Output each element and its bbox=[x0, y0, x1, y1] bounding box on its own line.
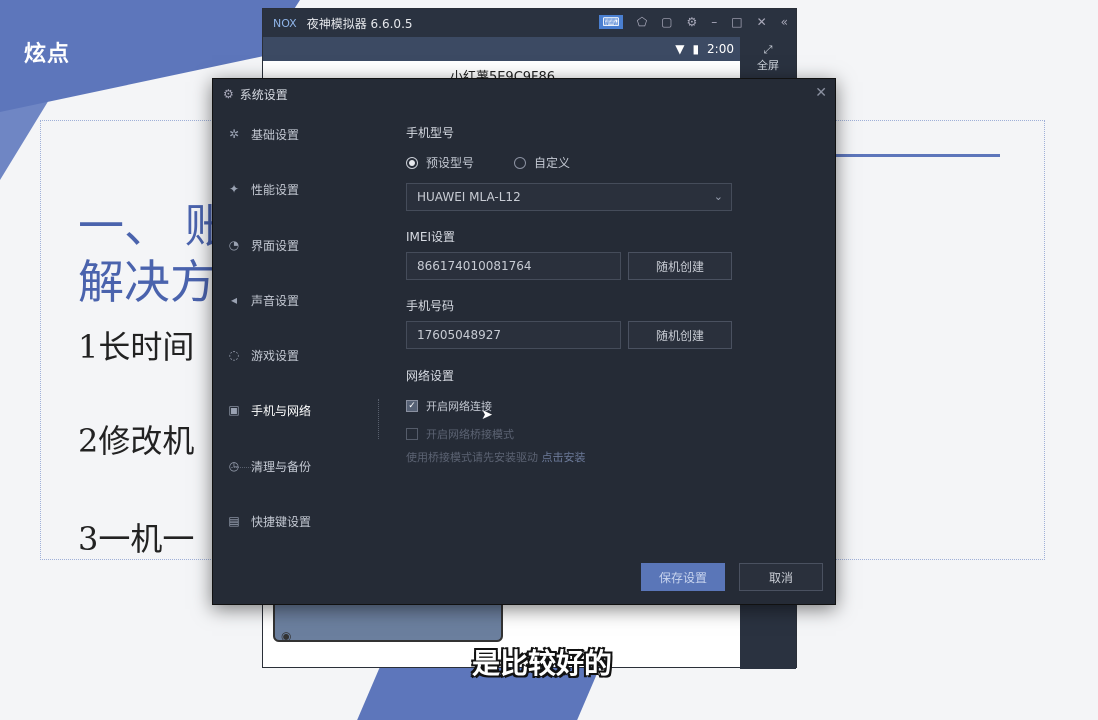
phone-number-input[interactable] bbox=[406, 321, 621, 349]
minimize-icon[interactable]: – bbox=[711, 15, 717, 29]
slide-title-line1: 一、 账 bbox=[78, 199, 231, 253]
radio-preset-model[interactable]: 预设型号 bbox=[406, 154, 474, 171]
dialog-title: 系统设置 bbox=[239, 87, 288, 102]
system-settings-dialog: ⚙ 系统设置 ✕ ✲ 基础设置 ✦ 性能设置 ◔ 界面设置 ◂ 声音设置 ◌ 游… bbox=[212, 78, 836, 605]
nav-item-interface[interactable]: ◔ 界面设置 bbox=[227, 234, 299, 256]
nav-item-cleanup[interactable]: ◷ 清理与备份 bbox=[227, 455, 311, 477]
emulator-window-controls: ⌨ ⬠ ▢ ⚙ – □ ✕ « bbox=[599, 15, 788, 29]
imei-heading: IMEI设置 bbox=[406, 230, 456, 244]
nav-item-label: 性能设置 bbox=[251, 182, 300, 197]
slide-item-1: 1长时间 bbox=[78, 328, 195, 366]
sound-icon: ◂ bbox=[230, 293, 238, 307]
bridge-hint-text: 使用桥接模式请先安装驱动 bbox=[406, 451, 538, 464]
bridge-hint: 使用桥接模式请先安装驱动 点击安装 bbox=[406, 449, 586, 465]
battery-icon: ▮ bbox=[692, 42, 700, 56]
emulator-logo: NOX bbox=[273, 16, 297, 30]
checkbox-label: 开启网络桥接模式 bbox=[426, 428, 514, 441]
multi-window-icon[interactable]: ▢ bbox=[661, 15, 672, 29]
emulator-title: 夜神模拟器 6.6.0.5 bbox=[306, 16, 413, 31]
bridge-mode-checkbox[interactable]: 开启网络桥接模式 bbox=[406, 426, 514, 442]
install-driver-link[interactable]: 点击安装 bbox=[542, 451, 586, 464]
radio-custom-model[interactable]: 自定义 bbox=[514, 154, 570, 171]
radio-label: 自定义 bbox=[534, 156, 571, 170]
status-time: 2:00 bbox=[707, 42, 734, 56]
mouse-cursor-icon: ➤ bbox=[481, 407, 493, 423]
nav-item-phone-network[interactable]: ▣ 手机与网络 bbox=[227, 399, 311, 421]
imei-input[interactable] bbox=[406, 252, 621, 280]
radio-label: 预设型号 bbox=[426, 156, 475, 170]
nav-item-shortcuts[interactable]: ▤ 快捷键设置 bbox=[227, 510, 311, 532]
nav-item-performance[interactable]: ✦ 性能设置 bbox=[227, 178, 299, 200]
checkbox-unchecked-icon bbox=[406, 428, 418, 440]
slide-item-3: 3一机一 bbox=[78, 520, 195, 558]
dialog-titlebar: ⚙ 系统设置 bbox=[213, 79, 835, 109]
gear-icon: ⚙ bbox=[223, 87, 234, 101]
collapse-icon[interactable]: « bbox=[781, 15, 788, 29]
close-icon[interactable]: ✕ bbox=[757, 15, 767, 29]
display-icon: ◔ bbox=[228, 238, 240, 252]
fullscreen-label[interactable]: 全屏 bbox=[740, 57, 796, 73]
phone-number-heading: 手机号码 bbox=[406, 299, 455, 313]
keyboard-mode-icon[interactable]: ⌨ bbox=[599, 15, 623, 29]
spark-icon: ✦ bbox=[228, 182, 240, 196]
enable-network-checkbox[interactable]: ✓ 开启网络连接 bbox=[406, 398, 492, 414]
nav-item-label: 手机与网络 bbox=[251, 403, 312, 418]
cleanup-icon: ◷ bbox=[228, 459, 240, 473]
nav-item-basic[interactable]: ✲ 基础设置 bbox=[227, 123, 299, 145]
radio-selected-icon bbox=[406, 156, 418, 169]
cancel-button[interactable]: 取消 bbox=[739, 563, 823, 591]
nav-item-label: 基础设置 bbox=[251, 127, 300, 142]
nav-separator bbox=[378, 399, 379, 439]
nav-item-sound[interactable]: ◂ 声音设置 bbox=[227, 289, 299, 311]
checkbox-checked-icon: ✓ bbox=[406, 400, 418, 412]
imei-random-button[interactable]: 随机创建 bbox=[628, 252, 732, 280]
nav-item-label: 界面设置 bbox=[251, 238, 300, 253]
phone-model-select[interactable]: HUAWEI MLA-L12 ⌄ bbox=[406, 183, 732, 211]
phone-model-heading: 手机型号 bbox=[406, 126, 455, 140]
nav-item-label: 快捷键设置 bbox=[251, 514, 312, 529]
android-statusbar: ▼ ▮ 2:00 bbox=[263, 37, 742, 61]
settings-nav: ✲ 基础设置 ✦ 性能设置 ◔ 界面设置 ◂ 声音设置 ◌ 游戏设置 ▣ 手机与… bbox=[213, 109, 373, 579]
save-settings-button[interactable]: 保存设置 bbox=[641, 563, 725, 591]
phone-icon: ▣ bbox=[228, 403, 240, 417]
slide-accent-line bbox=[830, 154, 1000, 157]
phone-model-options: 预设型号 自定义 bbox=[406, 154, 570, 171]
phone-model-value: HUAWEI MLA-L12 bbox=[417, 190, 521, 204]
slide-title: 一、 账 解决方 bbox=[78, 198, 231, 310]
slide-brand: 炫点 bbox=[24, 42, 71, 67]
wifi-icon: ▼ bbox=[675, 42, 685, 56]
gear-icon: ✲ bbox=[228, 127, 240, 141]
nav-item-game[interactable]: ◌ 游戏设置 bbox=[227, 344, 299, 366]
nav-item-label: 声音设置 bbox=[251, 293, 300, 308]
chevron-down-icon: ⌄ bbox=[713, 190, 723, 203]
radio-unselected-icon bbox=[514, 156, 527, 169]
eye-icon: ◉ bbox=[281, 629, 292, 643]
maximize-icon[interactable]: □ bbox=[731, 15, 742, 29]
video-subtitle: 是比较好的 bbox=[471, 646, 613, 681]
network-heading: 网络设置 bbox=[406, 369, 455, 383]
keyboard-icon: ▤ bbox=[228, 514, 240, 528]
phone-number-random-button[interactable]: 随机创建 bbox=[628, 321, 732, 349]
dialog-close-icon[interactable]: ✕ bbox=[815, 85, 827, 101]
settings-icon[interactable]: ⚙ bbox=[686, 15, 697, 29]
emulator-titlebar: NOX 夜神模拟器 6.6.0.5 ⌨ ⬠ ▢ ⚙ – □ ✕ « bbox=[263, 9, 796, 37]
fullscreen-icon[interactable]: ⤢ bbox=[740, 43, 796, 57]
nav-item-label: 游戏设置 bbox=[251, 348, 300, 363]
slide-title-line2: 解决方 bbox=[78, 255, 216, 309]
nav-item-label: 清理与备份 bbox=[251, 459, 312, 474]
game-icon: ◌ bbox=[228, 348, 240, 362]
shape-icon[interactable]: ⬠ bbox=[637, 15, 647, 29]
slide-item-2: 2修改机 bbox=[78, 422, 195, 460]
